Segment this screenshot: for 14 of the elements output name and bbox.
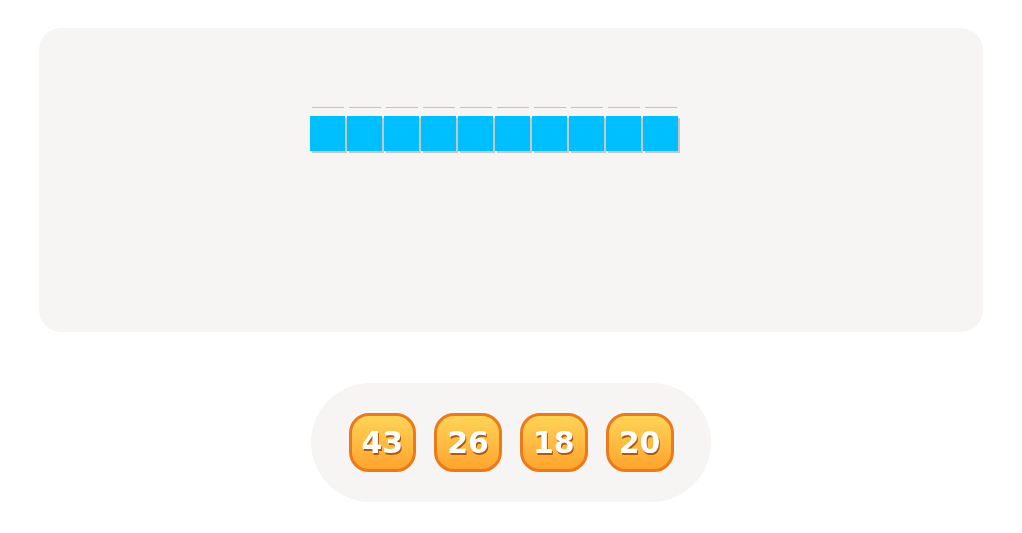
answer-button[interactable]: 43 xyxy=(348,413,417,472)
answer-button[interactable]: 26 xyxy=(434,413,502,472)
filled-block xyxy=(495,116,530,151)
filled-block xyxy=(347,116,382,151)
filled-block xyxy=(643,116,678,151)
answer-button[interactable]: 20 xyxy=(605,413,674,472)
filled-block xyxy=(532,116,567,151)
filled-block xyxy=(458,116,493,151)
filled-block xyxy=(384,116,419,151)
filled-block xyxy=(310,116,345,151)
filled-block xyxy=(421,116,456,151)
filled-block xyxy=(569,116,604,151)
answer-button[interactable]: 18 xyxy=(520,413,588,472)
filled-block xyxy=(606,116,641,151)
